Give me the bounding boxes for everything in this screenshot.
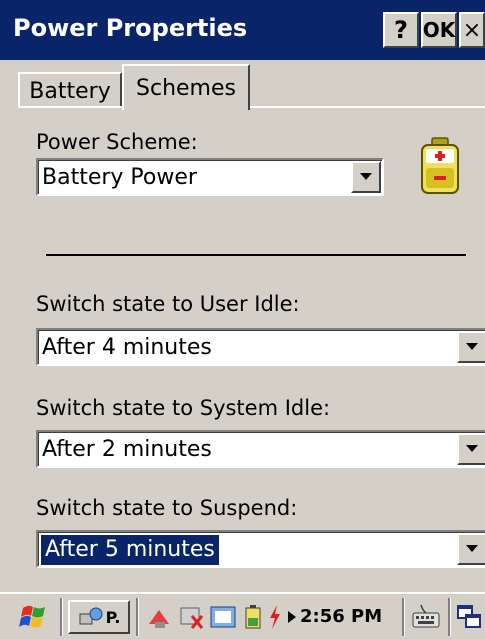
keyboard-icon[interactable] [410,600,442,634]
taskbar-separator [402,598,404,636]
power-scheme-dropdown[interactable]: Battery Power [36,158,384,196]
tray-expand-icon[interactable] [286,600,298,634]
user-idle-value: After 4 minutes [42,335,212,360]
taskbar-separator [448,598,450,636]
system-idle-value: After 2 minutes [42,437,212,462]
desktop-icon[interactable] [454,600,484,634]
power-plug-icon[interactable] [266,600,284,634]
control-panel-icon [79,607,103,625]
dropdown-arrow-icon[interactable] [457,533,485,565]
tab-schemes[interactable]: Schemes [122,64,250,110]
network-icon[interactable] [144,600,174,634]
tab-strip: Battery Schemes [0,60,485,110]
suspend-dropdown[interactable]: After 5 minutes [36,530,485,568]
start-flag-icon[interactable] [14,600,54,634]
tab-battery[interactable]: Battery [18,72,122,108]
power-scheme-value: Battery Power [42,165,197,190]
schemes-panel: Power Scheme: Battery Power Switch state… [18,108,485,592]
suspend-value: After 5 minutes [41,535,219,565]
taskbar: P. 2:56 PM [0,592,485,639]
battery-icon [418,136,462,196]
sync-icon[interactable] [208,600,238,634]
user-idle-label: Switch state to User Idle: [36,292,300,316]
user-idle-dropdown[interactable]: After 4 minutes [36,328,485,366]
system-idle-label: Switch state to System Idle: [36,396,331,420]
taskbar-separator [136,598,138,636]
task-button-label: P. [105,607,121,627]
taskbar-separator [60,598,62,636]
section-divider [46,254,466,256]
battery-status-icon[interactable] [240,600,266,634]
connection-status-icon[interactable] [176,600,206,634]
power-scheme-label: Power Scheme: [36,130,198,154]
dropdown-arrow-icon[interactable] [457,331,485,363]
suspend-label: Switch state to Suspend: [36,496,298,520]
window-title: Power Properties [13,14,248,42]
ok-button[interactable]: OK [421,12,457,48]
help-button[interactable]: ? [383,12,419,48]
taskbar-clock[interactable]: 2:56 PM [300,602,382,632]
title-bar: Power Properties ? OK × [0,0,485,60]
system-idle-dropdown[interactable]: After 2 minutes [36,430,485,468]
close-button[interactable]: × [459,12,485,48]
task-button-power-properties[interactable]: P. [68,600,130,634]
dropdown-arrow-icon[interactable] [351,161,381,193]
dropdown-arrow-icon[interactable] [457,433,485,465]
